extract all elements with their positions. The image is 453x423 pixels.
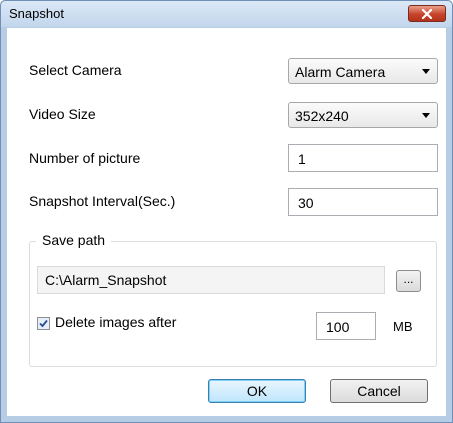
close-button[interactable]	[408, 5, 446, 22]
video-size-value: 352x240	[295, 108, 349, 124]
select-camera-value: Alarm Camera	[295, 64, 386, 80]
chevron-down-icon	[422, 69, 430, 74]
snapshot-dialog: Snapshot Select Camera Alarm Camera Vide…	[0, 0, 453, 423]
dialog-body: Select Camera Alarm Camera Video Size 35…	[7, 28, 446, 416]
delete-size-input[interactable]: 100	[316, 312, 376, 340]
title-bar[interactable]: Snapshot	[1, 1, 452, 27]
close-icon	[421, 8, 433, 19]
save-path-value: C:\Alarm_Snapshot	[45, 272, 167, 288]
delete-images-checkbox[interactable]	[37, 317, 50, 330]
snapshot-interval-value: 30	[298, 195, 314, 211]
select-camera-label: Select Camera	[29, 62, 122, 78]
number-of-picture-value: 1	[298, 151, 306, 167]
window-title: Snapshot	[9, 6, 64, 21]
check-icon	[39, 319, 48, 328]
ok-button[interactable]: OK	[208, 379, 306, 403]
save-path-group	[29, 241, 437, 367]
video-size-label: Video Size	[29, 106, 96, 122]
chevron-down-icon	[422, 113, 430, 118]
number-of-picture-label: Number of picture	[29, 150, 141, 166]
save-path-field[interactable]: C:\Alarm_Snapshot	[37, 266, 385, 294]
video-size-dropdown[interactable]: 352x240	[288, 102, 438, 128]
delete-size-unit: MB	[393, 319, 413, 334]
select-camera-dropdown[interactable]: Alarm Camera	[288, 58, 438, 84]
browse-button[interactable]: ...	[396, 270, 421, 292]
snapshot-interval-label: Snapshot Interval(Sec.)	[29, 193, 176, 209]
delete-images-label[interactable]: Delete images after	[55, 314, 176, 330]
snapshot-interval-input[interactable]: 30	[288, 188, 438, 216]
save-path-legend: Save path	[36, 232, 112, 248]
delete-size-value: 100	[326, 319, 350, 335]
cancel-button[interactable]: Cancel	[330, 379, 428, 403]
number-of-picture-input[interactable]: 1	[288, 144, 438, 172]
